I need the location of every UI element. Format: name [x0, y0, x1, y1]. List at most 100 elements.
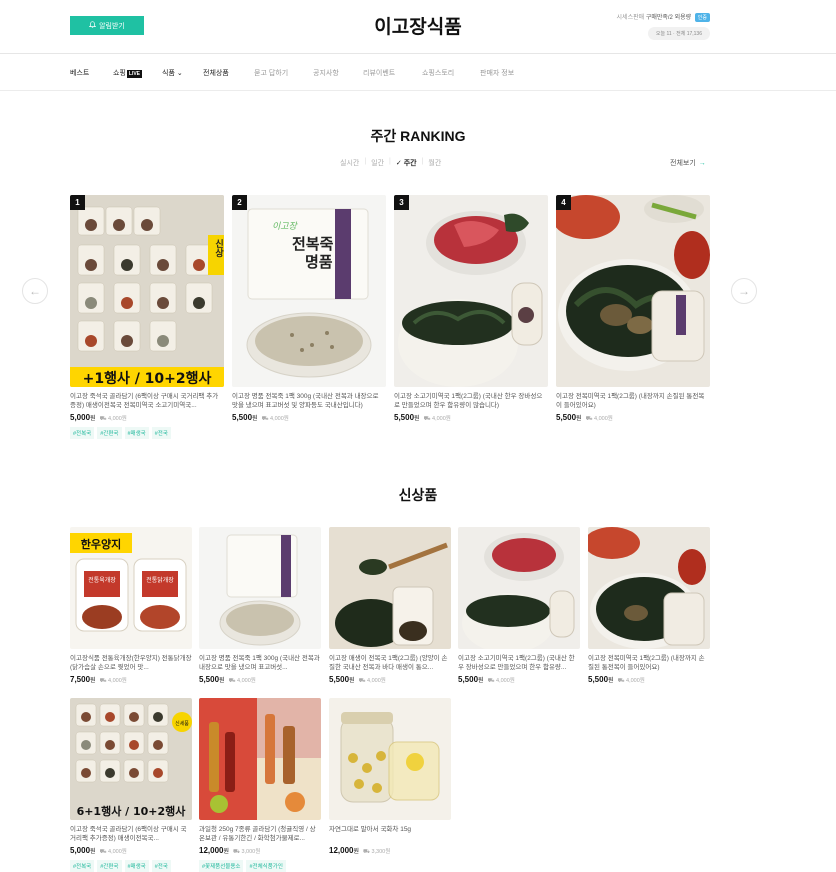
- product-name[interactable]: 이고장 죽석국 골라담기 (6팩이상 구매시 국거리팩 추가증정) 매생이전복국…: [70, 825, 192, 843]
- nav-shopping-live[interactable]: 쇼핑 LIVE: [113, 68, 143, 78]
- price-row: 5,500원 ⛟ 4,000원: [329, 675, 451, 685]
- price-value: 5,000: [70, 413, 91, 422]
- tag[interactable]: #전복국: [70, 427, 95, 439]
- nav-best[interactable]: 베스트: [70, 68, 89, 78]
- ranking-card[interactable]: 신상 +1행사 / 10+2행사 1 이고장 죽석국 골라담기 (6팩이상 구매…: [70, 195, 224, 439]
- price: 7,500원: [70, 675, 96, 684]
- product-photo: 이고장 명품 전복죽: [232, 195, 386, 387]
- nav-food[interactable]: 식품 ⌄: [162, 68, 183, 78]
- nav-review-event[interactable]: 리뷰이벤트: [363, 68, 395, 78]
- shipping-fee: ⛟ 3,300원: [363, 847, 390, 856]
- shipping-value: 4,000원: [594, 416, 613, 422]
- new-product-card[interactable]: 이고장 명품 전복죽 1팩 300g (국내산 전복과 내장으로 맛을 냈으며 …: [199, 527, 321, 685]
- nav-seller-info[interactable]: 판매자 정보: [480, 68, 514, 78]
- product-name[interactable]: 이고장 소고기미역국 1팩(2그룹) (국내산 한우 장바성으로 만들었으며 한…: [458, 654, 580, 672]
- shipping-value: 4,000원: [108, 849, 127, 855]
- price-unit: 원: [353, 849, 359, 855]
- product-image[interactable]: 신세품 6+1행사 / 10+2행사: [70, 698, 192, 820]
- new-product-card[interactable]: 이고장 소고기미역국 1팩(2그룹) (국내산 한우 장바성으로 만들었으며 한…: [458, 527, 580, 685]
- product-name[interactable]: 이고장 죽석국 골라담기 (6팩이상 구매시 국거리팩 추가증정) 매생이전복국…: [70, 392, 224, 410]
- new-product-card[interactable]: 이고장 매생이 전복국 1팩(2그룹) (양양이 손질한 국내산 전복과 바다 …: [329, 527, 451, 685]
- carousel-prev-button[interactable]: ←: [22, 278, 48, 304]
- image-banner-text: 6+1행사 / 10+2행사: [77, 804, 187, 818]
- ranking-card[interactable]: 이고장 명품 전복죽 2 이고장 명품 전복죽 1팩 300g (국내산 전복과…: [232, 195, 386, 423]
- new-product-card[interactable]: 신세품 6+1행사 / 10+2행사 이고장 죽석국 골라담기 (6팩이상 구매…: [70, 698, 192, 872]
- nav-all-products[interactable]: 전체상품: [203, 68, 229, 78]
- price-value: 5,500: [394, 413, 415, 422]
- truck-icon: ⛟: [233, 849, 240, 855]
- product-name[interactable]: 이고장식품 전통육개장(한우양지) 전통닭개장(닭가슴살 손으로 찢었어 맛..…: [70, 654, 192, 672]
- nav-qna[interactable]: 묻고 답하기: [254, 68, 288, 78]
- store-title[interactable]: 이고장식품: [0, 12, 836, 39]
- product-name[interactable]: 이고장 명품 전복죽 1팩 300g (국내산 전복과 내장으로 맛을 냈으며 …: [199, 654, 321, 672]
- nav-shopping-story[interactable]: 쇼핑스토리: [422, 68, 454, 78]
- tag[interactable]: #전체식품가인: [246, 860, 286, 872]
- tab-weekly[interactable]: ✓ 주간: [396, 158, 417, 168]
- seller-grade[interactable]: 구매만족/2 외용량: [646, 15, 691, 21]
- shipping-value: 3,300원: [371, 849, 391, 855]
- tag[interactable]: #매생국: [124, 860, 149, 872]
- new-product-card[interactable]: 한우양지 전통육개장 전통닭개장 이고장식품 전통육개장(한우양지) 전통닭개장…: [70, 527, 192, 685]
- new-product-card[interactable]: 이고장 전복미역국 1팩(2그룹) (내장까지 손질된 통전복이 들어있어요) …: [588, 527, 710, 685]
- product-image[interactable]: 이고장 명품 전복죽 2: [232, 195, 386, 387]
- tab-monthly[interactable]: 월간: [428, 158, 441, 168]
- price: 5,500원: [394, 413, 420, 422]
- price-row: 5,000원 ⛟ 4,000원: [70, 846, 192, 856]
- tag[interactable]: #간편국: [97, 427, 122, 439]
- ranking-card[interactable]: 4 이고장 전복미역국 1팩(2그룹) (내장까지 손질된 통전복이 들어있어요…: [556, 195, 710, 423]
- product-name[interactable]: 과일청 250g 7종류 골라담기 (청귤직영 / 상온보관 / 유통기한긴 /…: [199, 825, 321, 843]
- product-image[interactable]: 4: [556, 195, 710, 387]
- price: 5,000원: [70, 413, 96, 422]
- product-name[interactable]: 이고장 소고기미역국 1팩(2그룹) (국내산 한우 장바성으로 만들었으며 한…: [394, 392, 548, 410]
- product-image[interactable]: [199, 527, 321, 649]
- tab-realtime[interactable]: 실시간: [340, 158, 359, 168]
- price-row: 5,000원 ⛟ 4,000원: [70, 413, 224, 423]
- visitor-count: 오늘 11 · 전체 17,136: [647, 27, 710, 40]
- tag[interactable]: #전복국: [70, 860, 95, 872]
- ranking-card[interactable]: 3 이고장 소고기미역국 1팩(2그룹) (국내산 한우 장바성으로 만들었으며…: [394, 195, 548, 423]
- tag[interactable]: #매생국: [124, 427, 149, 439]
- product-image[interactable]: [329, 698, 451, 820]
- product-name[interactable]: 이고장 명품 전복죽 1팩 300g (국내산 전복과 내장으로 맛을 냈으며 …: [232, 392, 386, 410]
- truck-icon: ⛟: [228, 678, 236, 684]
- product-photo: 한우양지 전통육개장 전통닭개장: [70, 527, 192, 649]
- price-row: 5,500원 ⛟ 4,000원: [588, 675, 710, 685]
- product-image[interactable]: 한우양지 전통육개장 전통닭개장: [70, 527, 192, 649]
- product-name[interactable]: 이고장 매생이 전복국 1팩(2그룹) (양양이 손질한 국내산 전복과 바다 …: [329, 654, 451, 672]
- product-name[interactable]: 자연그대로 말아서 국화차 15g: [329, 825, 451, 843]
- tag[interactable]: #간편국: [97, 860, 122, 872]
- nav-notice[interactable]: 공지사항: [313, 68, 339, 78]
- new-product-card[interactable]: 과일청 250g 7종류 골라담기 (청귤직영 / 상온보관 / 유통기한긴 /…: [199, 698, 321, 872]
- image-title-a: 명품: [305, 253, 333, 271]
- store-header: 알림받기 이고장식품 시세스판매 구매만족/2 외용량 인증 오늘 11 · 전…: [0, 0, 836, 54]
- tag[interactable]: #꽃제품선물용소: [199, 860, 244, 872]
- product-name[interactable]: 이고장 전복미역국 1팩(2그룹) (내장까지 손질된 통전복이 들어있어요): [556, 392, 710, 410]
- chevron-down-icon: ⌄: [176, 70, 183, 77]
- product-name[interactable]: 이고장 전복미역국 1팩(2그룹) (내장까지 손질된 통전복이 들어있어요): [588, 654, 710, 672]
- price-row: 5,500원 ⛟ 4,000원: [394, 413, 548, 423]
- tab-divider: |: [389, 158, 391, 165]
- product-image[interactable]: [458, 527, 580, 649]
- tag[interactable]: #전국: [151, 860, 171, 872]
- image-pack-label-a: 전통육개장: [88, 576, 116, 584]
- price-unit: 원: [478, 678, 484, 684]
- shipping-fee: ⛟ 4,000원: [586, 414, 613, 423]
- view-all-link[interactable]: 전체보기 →: [670, 158, 706, 168]
- carousel-next-button[interactable]: →: [731, 278, 757, 304]
- product-image[interactable]: [329, 527, 451, 649]
- tag[interactable]: #전국: [151, 427, 171, 439]
- product-image[interactable]: 신상 +1행사 / 10+2행사 1: [70, 195, 224, 387]
- product-image[interactable]: [588, 527, 710, 649]
- tag-list: #전복국 #간편국 #매생국 #전국: [70, 427, 224, 439]
- price: 5,500원: [458, 675, 484, 684]
- price-unit: 원: [90, 678, 96, 684]
- new-product-card[interactable]: 자연그대로 말아서 국화차 15g 12,000원 ⛟ 3,300원: [329, 698, 451, 856]
- shipping-value: 4,000원: [108, 416, 127, 422]
- shipping-fee: ⛟ 4,000원: [100, 414, 127, 423]
- product-image[interactable]: [199, 698, 321, 820]
- shipping-fee: ⛟ 4,000원: [618, 676, 645, 685]
- product-image[interactable]: 3: [394, 195, 548, 387]
- shipping-value: 4,000원: [237, 678, 256, 684]
- tab-daily[interactable]: 일간: [371, 158, 384, 168]
- price-value: 5,500: [588, 675, 609, 684]
